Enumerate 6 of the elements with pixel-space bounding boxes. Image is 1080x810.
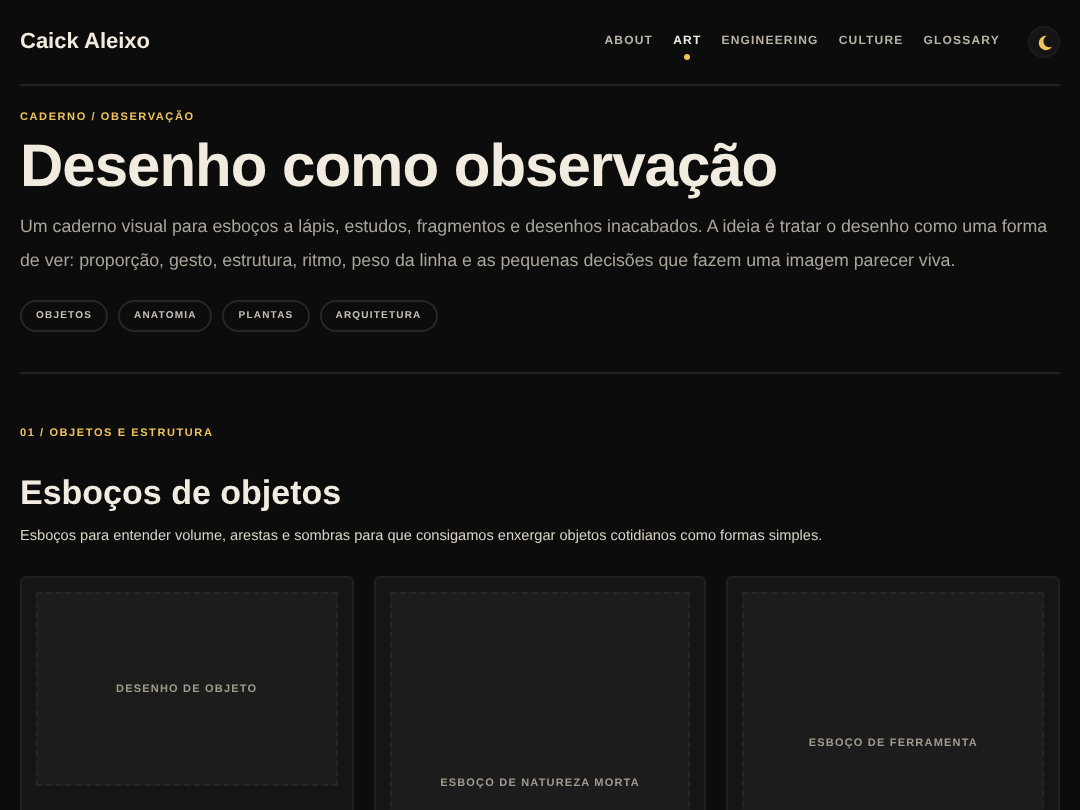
page-description: Um caderno visual para esboços a lápis, estudos, fragmentos e desenhos inacabados. A ideia é tratar o desenho como uma forma de ver: proporção, gesto, estrutura, ritmo, peso da linha e as pequenas decisões que fazem uma imagem parecer viva. (20, 214, 1050, 274)
site-title[interactable]: Caick Aleixo (20, 30, 151, 54)
moon-icon (1035, 33, 1053, 51)
page-title: Desenho como observação (20, 132, 780, 204)
theme-toggle[interactable] (1028, 26, 1060, 58)
section-title: Esboços de objetos (20, 472, 344, 516)
